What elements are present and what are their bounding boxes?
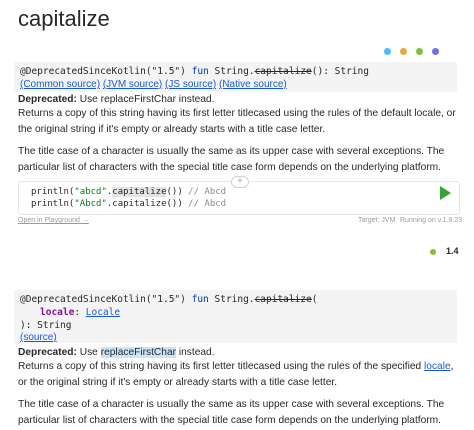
deprecated-text: instead.	[178, 347, 215, 358]
description-text: Returns a copy of this string having its…	[18, 361, 422, 372]
parameter-line: locale: Locale	[40, 307, 120, 318]
js-platform-dot[interactable]	[416, 48, 423, 55]
common-source-link[interactable]: (Common source)	[20, 79, 100, 90]
param-separator: :	[74, 307, 86, 318]
open-paren: (	[311, 294, 318, 305]
native-platform-dot[interactable]	[432, 48, 439, 55]
source-links: (source)	[20, 332, 57, 343]
code-example[interactable]: + println("abcd".capitalize()) // Abcd p…	[18, 176, 460, 215]
native-source-link[interactable]: (Native source)	[219, 79, 287, 90]
deprecated-label: Deprecated:	[18, 94, 77, 105]
code-token: println(	[31, 199, 75, 209]
target-label: Target: JVM	[358, 217, 396, 224]
description-paragraph: Returns a copy of this string having its…	[18, 359, 458, 390]
annotation: @DeprecatedSinceKotlin("1.5")	[20, 294, 186, 305]
jvm-source-link[interactable]: (JVM source)	[103, 79, 162, 90]
deprecated-label: Deprecated:	[18, 347, 77, 358]
function-call: capitalize	[112, 187, 167, 197]
annotation: @DeprecatedSinceKotlin("1.5")	[20, 66, 186, 77]
code-line: println("Abcd".capitalize()) // Abcd	[31, 199, 226, 209]
source-links: (Common source) (JVM source) (JS source)…	[20, 79, 287, 90]
page-title: capitalize	[18, 6, 110, 31]
function-call: capitalize	[112, 199, 167, 209]
fun-keyword: fun	[191, 294, 209, 305]
code-token: ())	[166, 187, 189, 197]
locale-link[interactable]: locale	[424, 361, 451, 372]
deprecated-text: Use replaceFirstChar instead.	[79, 94, 215, 105]
receiver-type: String.	[214, 294, 255, 305]
replace-first-char-selection[interactable]: replaceFirstChar	[100, 347, 177, 358]
code-comment: // Abcd	[188, 199, 227, 209]
parameter-name: locale	[40, 307, 75, 318]
signature-block: @DeprecatedSinceKotlin("1.5") fun String…	[14, 62, 457, 92]
code-token: println(	[31, 187, 75, 197]
description-paragraph: The title case of a character is usually…	[18, 146, 445, 173]
source-link[interactable]: (source)	[20, 332, 57, 343]
string-literal: "Abcd"	[74, 199, 107, 209]
run-icon[interactable]	[440, 186, 451, 200]
js-source-link[interactable]: (JS source)	[165, 79, 216, 90]
code-line: println("abcd".capitalize()) // Abcd	[31, 187, 226, 197]
signature-tail: ): String	[20, 320, 72, 331]
expand-icon[interactable]: +	[231, 176, 249, 188]
receiver-type: String.	[214, 66, 255, 77]
code-comment: // Abcd	[188, 187, 227, 197]
open-in-playground-link[interactable]: Open in Playground →	[18, 217, 89, 224]
signature-line: @DeprecatedSinceKotlin("1.5") fun String…	[20, 66, 369, 77]
fun-keyword: fun	[191, 66, 209, 77]
common-platform-dot[interactable]	[384, 48, 391, 55]
description-paragraph: Returns a copy of this string having its…	[18, 108, 456, 135]
version-label: 1.4	[446, 246, 459, 256]
function-name: capitalize	[254, 66, 312, 77]
running-version-label: Running on v.1.9.23	[400, 217, 463, 224]
signature-line: @DeprecatedSinceKotlin("1.5") fun String…	[20, 294, 318, 305]
locale-type-link[interactable]: Locale	[86, 307, 120, 318]
code-token: ())	[166, 199, 189, 209]
deprecated-text: Use	[79, 347, 98, 358]
jvm-platform-dot[interactable]	[400, 48, 407, 55]
signature-block: @DeprecatedSinceKotlin("1.5") fun String…	[14, 290, 457, 343]
string-literal: "abcd"	[74, 187, 107, 197]
function-name: capitalize	[254, 294, 312, 305]
description-paragraph: The title case of a character is usually…	[18, 399, 445, 426]
jvm-platform-dot	[430, 249, 436, 255]
signature-tail: (): String	[311, 66, 369, 77]
